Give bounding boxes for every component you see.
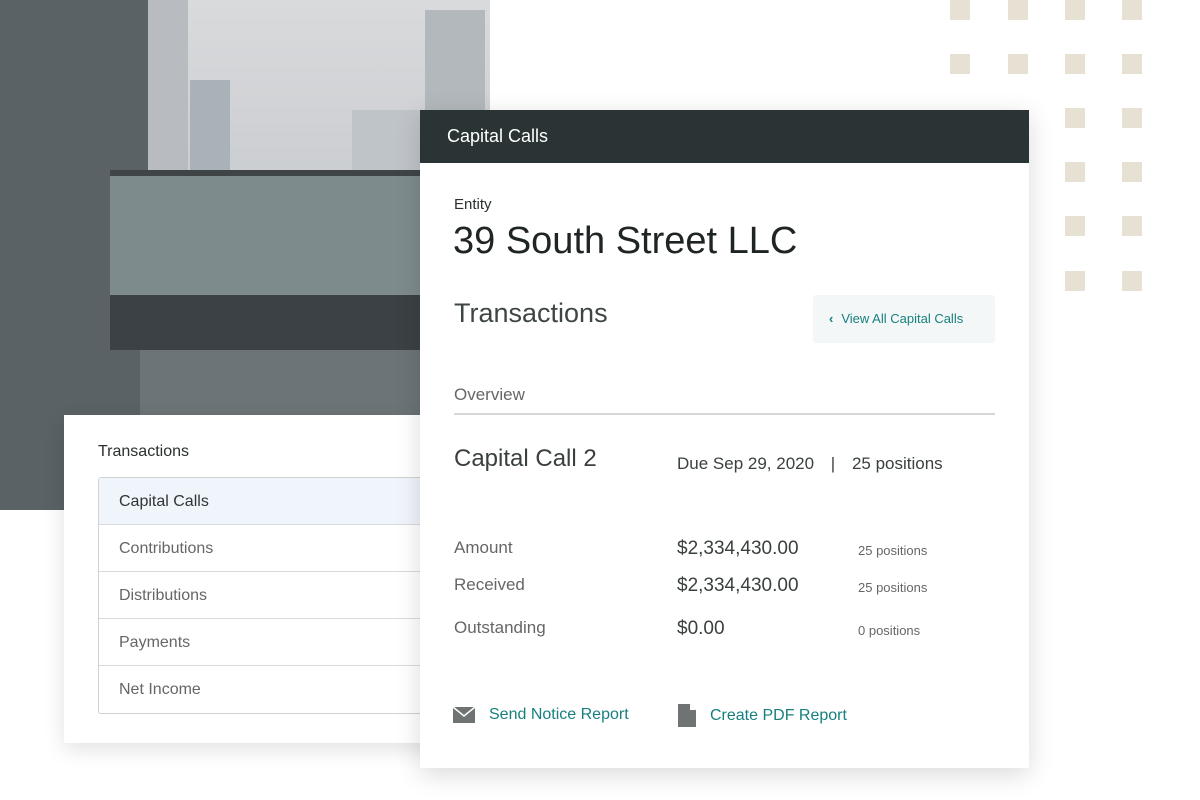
positions-count: 25 positions (851, 454, 943, 473)
tab-overview[interactable]: Overview (454, 385, 525, 405)
send-notice-report-link[interactable]: Send Notice Report (453, 706, 629, 724)
card-header: Capital Calls (420, 110, 1029, 163)
envelope-icon (453, 707, 475, 723)
row-label: Outstanding (454, 618, 546, 637)
view-all-label: View All Capital Calls (841, 311, 964, 326)
create-pdf-label: Create PDF Report (710, 706, 847, 724)
capital-call-card: Capital Calls Entity 39 South Street LLC… (420, 110, 1029, 768)
due-date: Due Sep 29, 2020 (677, 454, 815, 473)
sidebar-item-distributions[interactable]: Distributions (99, 572, 428, 619)
entity-name: 39 South Street LLC (453, 220, 798, 262)
row-value: $0.00 (677, 618, 725, 639)
tab-divider (454, 413, 995, 415)
call-summary: Due Sep 29, 2020 | 25 positions (677, 454, 943, 474)
capital-call-title: Capital Call 2 (454, 445, 597, 472)
sidebar-item-capital-calls[interactable]: Capital Calls (99, 478, 428, 525)
sidebar-item-net-income[interactable]: Net Income (99, 666, 428, 713)
document-icon (678, 704, 696, 727)
row-positions: 25 positions (858, 543, 928, 558)
row-value: $2,334,430.00 (677, 538, 799, 559)
separator: | (830, 454, 836, 473)
view-all-capital-calls-button[interactable]: ‹ View All Capital Calls (813, 295, 995, 343)
section-title: Transactions (454, 298, 608, 328)
entity-label: Entity (454, 196, 492, 213)
row-value: $2,334,430.00 (677, 575, 799, 596)
send-notice-label: Send Notice Report (489, 706, 629, 723)
sidebar-item-contributions[interactable]: Contributions (99, 525, 428, 572)
create-pdf-report-link[interactable]: Create PDF Report (678, 704, 847, 727)
chevron-left-icon: ‹ (829, 311, 834, 326)
row-positions: 25 positions (858, 580, 928, 595)
row-positions: 0 positions (858, 623, 921, 638)
transaction-type-list: Capital Calls Contributions Distribution… (98, 477, 428, 714)
transactions-sidebar: Transactions Capital Calls Contributions… (64, 415, 444, 743)
sidebar-item-payments[interactable]: Payments (99, 619, 428, 666)
row-label: Received (454, 575, 525, 594)
row-label: Amount (454, 538, 513, 557)
sidebar-title: Transactions (98, 443, 189, 460)
